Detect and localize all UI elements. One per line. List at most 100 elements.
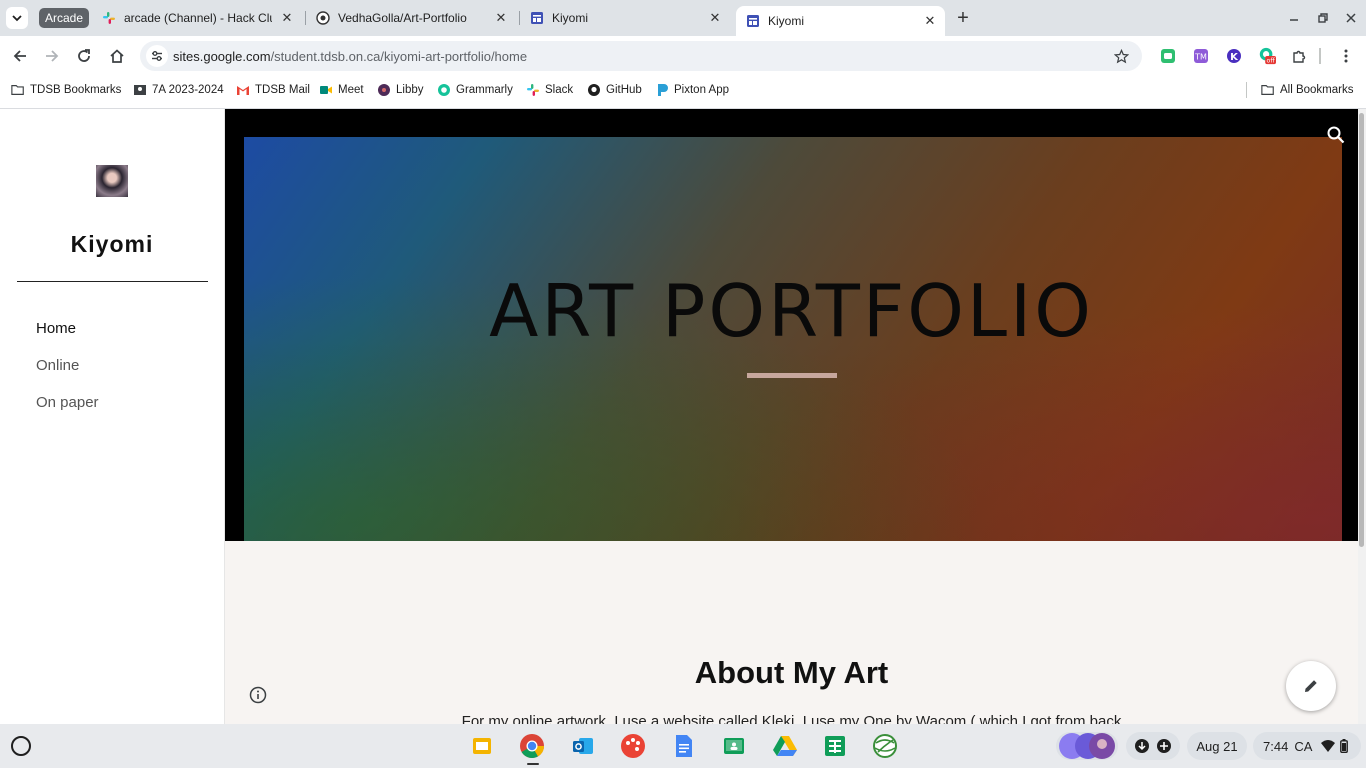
github-icon (587, 83, 601, 97)
close-icon[interactable]: ✕ (706, 9, 724, 27)
section-heading: About My Art (694, 655, 889, 690)
main-content: ART PORTFOLIO About My Art For my online… (225, 109, 1358, 724)
new-tab-button[interactable]: + (952, 7, 974, 29)
launcher-button[interactable] (11, 736, 31, 756)
bookmark-pixton[interactable]: Pixton App (655, 82, 729, 98)
extension-purple-icon: TM (1194, 49, 1208, 63)
window-close-button[interactable] (1341, 8, 1361, 28)
tab-title: Kiyomi (768, 14, 805, 28)
app-classroom[interactable] (720, 732, 748, 760)
bookmark-libby[interactable]: Libby (377, 82, 424, 98)
app-outlook[interactable] (569, 732, 597, 760)
outlook-icon (573, 738, 593, 754)
url-text[interactable]: sites.google.com/student.tdsb.on.ca/kiyo… (173, 49, 527, 64)
app-globe[interactable] (871, 732, 899, 760)
extension-grammarly-button[interactable] (1159, 47, 1177, 65)
app-chrome[interactable] (518, 732, 546, 760)
extension-twitch-button[interactable]: TM (1192, 47, 1210, 65)
minimize-button[interactable] (1284, 8, 1304, 28)
app-canvas-paint[interactable] (619, 732, 647, 760)
gmail-icon (236, 83, 250, 97)
system-shelf: Aug 21 7:44 CA (0, 724, 1366, 768)
bookmark-label: Slack (545, 84, 574, 96)
bookmark-slack[interactable]: Slack (526, 82, 573, 98)
tray-downloads[interactable] (1126, 732, 1180, 760)
bookmark-star-button[interactable] (1112, 47, 1130, 65)
extension-badge: off (1266, 57, 1275, 64)
site-logo[interactable] (96, 165, 128, 197)
close-icon[interactable]: ✕ (278, 9, 296, 27)
tray-date[interactable]: Aug 21 (1187, 732, 1247, 760)
site-info-button[interactable] (146, 45, 168, 67)
restore-icon (1318, 13, 1328, 23)
back-button[interactable] (8, 44, 32, 68)
tray-avatars[interactable] (1056, 732, 1118, 760)
tab-kiyomi-1[interactable]: Kiyomi ✕ (520, 4, 730, 32)
folder-icon (11, 83, 25, 97)
app-slides[interactable] (468, 732, 496, 760)
tray-status[interactable]: 7:44 CA (1253, 732, 1361, 760)
tune-icon (152, 51, 162, 61)
tab-search-button[interactable] (6, 7, 28, 29)
tab-kiyomi-active[interactable]: Kiyomi ✕ (736, 6, 945, 36)
app-sheets[interactable] (821, 732, 849, 760)
bookmark-grammarly[interactable]: Grammarly (437, 82, 513, 98)
info-icon[interactable] (249, 686, 267, 704)
bookmark-label: 7A 2023-2024 (152, 84, 224, 96)
tab-arcade-slack[interactable]: arcade (Channel) - Hack Club - ✕ (92, 4, 302, 32)
user-avatar-icon (1059, 733, 1115, 759)
extensions-menu-button[interactable] (1290, 47, 1308, 65)
restore-button[interactable] (1313, 8, 1333, 28)
search-icon[interactable] (1326, 125, 1346, 145)
hero-banner: ART PORTFOLIO (225, 109, 1358, 541)
more-vert-icon (1344, 49, 1348, 63)
bookmark-label: TDSB Bookmarks (30, 84, 122, 96)
all-bookmarks-button[interactable]: All Bookmarks (1261, 82, 1354, 98)
slides-icon (473, 738, 491, 754)
web-page: Kiyomi Home Online On paper ART PORTFOLI… (0, 108, 1366, 724)
tab-github-repo[interactable]: VedhaGolla/Art-Portfolio ✕ (306, 4, 516, 32)
sheets-icon (825, 736, 845, 756)
bookmark-tdsb-bookmarks[interactable]: TDSB Bookmarks (11, 82, 121, 98)
kami-icon: K (1227, 49, 1241, 63)
nav-item-home[interactable]: Home (36, 320, 76, 337)
edit-button[interactable] (1286, 661, 1336, 711)
bookmark-tdsb-mail[interactable]: TDSB Mail (236, 82, 310, 98)
bookmark-7a[interactable]: 7A 2023-2024 (133, 82, 224, 98)
forward-button[interactable] (40, 44, 64, 68)
site-title[interactable]: Kiyomi (0, 231, 224, 258)
extension-k-button[interactable]: K (1225, 47, 1243, 65)
extension-grammarly-off-button[interactable]: off (1258, 47, 1276, 65)
grammarly-icon: off (1259, 47, 1276, 64)
nav-item-online[interactable]: Online (36, 357, 79, 374)
bookmark-github[interactable]: GitHub (587, 82, 642, 98)
bookmark-label: Meet (338, 84, 364, 96)
close-icon[interactable]: ✕ (492, 9, 510, 27)
chevron-down-icon (12, 15, 22, 22)
close-icon (1346, 13, 1356, 23)
scrollbar-thumb[interactable] (1359, 113, 1364, 547)
nav-item-on-paper[interactable]: On paper (36, 394, 99, 411)
address-bar[interactable]: sites.google.com/student.tdsb.on.ca/kiyo… (140, 41, 1142, 71)
arrow-left-icon (13, 50, 26, 62)
chrome-icon (520, 734, 544, 759)
svg-text:K: K (1230, 52, 1239, 63)
app-docs[interactable] (670, 732, 698, 760)
tab-group-chip[interactable]: Arcade (39, 8, 90, 28)
chrome-menu-button[interactable] (1337, 47, 1355, 65)
libby-icon (377, 83, 391, 97)
tab-strip: Arcade arcade (Channel) - Hack Club - ✕ … (0, 0, 1366, 36)
site-sidebar: Kiyomi Home Online On paper (0, 109, 225, 724)
app-drive[interactable] (771, 732, 799, 760)
reload-button[interactable] (72, 44, 96, 68)
bookmark-label: All Bookmarks (1280, 84, 1354, 96)
hero-accent-bar (747, 373, 837, 378)
github-icon (316, 11, 330, 25)
close-icon[interactable]: ✕ (921, 12, 939, 30)
bookmarks-bar: TDSB Bookmarks 7A 2023-2024 TDSB Mail Me… (0, 76, 1366, 104)
bookmark-label: TDSB Mail (255, 84, 310, 96)
extension-green-icon (1161, 49, 1175, 63)
home-button[interactable] (105, 44, 129, 68)
slack-icon (526, 83, 540, 97)
bookmark-meet[interactable]: Meet (319, 82, 364, 98)
